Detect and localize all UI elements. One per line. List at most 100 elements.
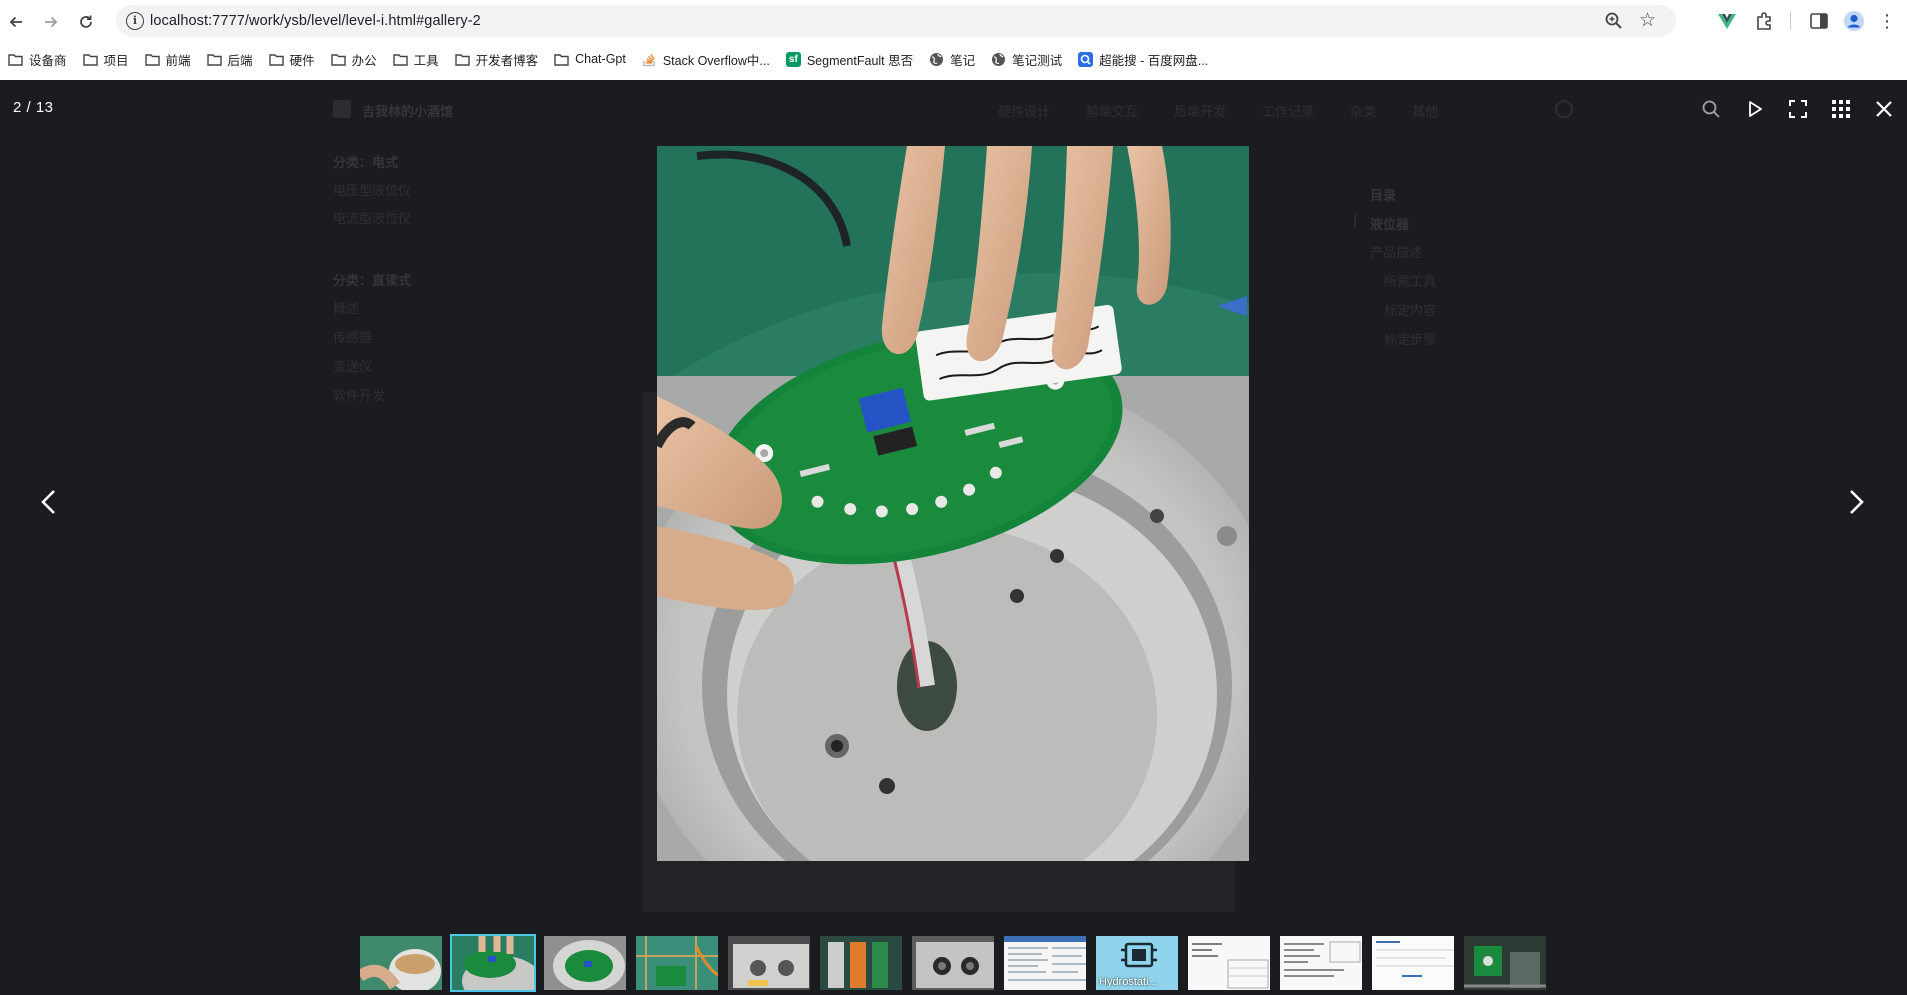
- bookmark-item[interactable]: Stack Overflow中...: [642, 48, 770, 70]
- bookmark-item[interactable]: 后端: [206, 48, 253, 70]
- bookmark-item[interactable]: 开发者博客: [454, 48, 539, 70]
- thumbnail-image: [912, 936, 994, 990]
- arrow-left-icon: [9, 16, 22, 28]
- segmentfault-icon: sf: [785, 51, 801, 67]
- bookmark-label: 工具: [413, 53, 439, 68]
- bookmark-item[interactable]: 项目: [82, 48, 129, 70]
- bookmark-label: 项目: [103, 53, 129, 68]
- folder-icon: [144, 53, 160, 66]
- bookmark-label: 后端: [227, 53, 253, 68]
- thumbnail[interactable]: [726, 934, 812, 992]
- thumbnail-image: [452, 936, 534, 990]
- toolbar-divider: [1790, 12, 1791, 30]
- bookmark-item[interactable]: 设备商: [8, 48, 67, 70]
- thumbnail-image: [820, 936, 902, 990]
- thumbnail-image: [636, 936, 718, 990]
- folder-icon: [8, 53, 23, 66]
- bookmark-item[interactable]: 超能搜 - 百度网盘...: [1078, 48, 1208, 70]
- search-button[interactable]: [1696, 94, 1726, 124]
- thumbnail[interactable]: [1186, 934, 1272, 992]
- previous-image-button[interactable]: [29, 482, 69, 522]
- profile-avatar-icon[interactable]: [1843, 10, 1865, 32]
- bookmark-item[interactable]: 笔记: [929, 48, 975, 70]
- folder-icon: [268, 53, 284, 66]
- bookmark-label: Chat-Gpt: [575, 52, 626, 66]
- thumbnail-image: [360, 936, 442, 990]
- bookmark-label: 超能搜 - 百度网盘...: [1099, 53, 1209, 68]
- bookmark-label: 开发者博客: [475, 53, 539, 68]
- bookmark-label: SegmentFault 思否: [806, 53, 914, 68]
- thumbnail[interactable]: [634, 934, 720, 992]
- thumbnail-grid-button[interactable]: [1826, 94, 1856, 124]
- thumbnail[interactable]: [818, 934, 904, 992]
- globe-icon: [930, 52, 944, 66]
- folder-icon: [392, 53, 408, 66]
- chevron-right-icon: [1850, 490, 1864, 514]
- thumbnail[interactable]: Hydrostati...: [1094, 934, 1180, 992]
- fullscreen-button[interactable]: [1783, 94, 1813, 124]
- browser-chrome: i localhost:7777/work/ysb/level/level-i.…: [0, 0, 1907, 80]
- thumbnail[interactable]: [910, 934, 996, 992]
- bookmarks-bar: 设备商 项目 前端 后端 硬件 办公 工具 开发者博客 Chat-Gpt Sta…: [0, 46, 1907, 72]
- image-counter: 2 / 13: [13, 99, 54, 116]
- chevron-left-icon: [41, 490, 55, 514]
- folder-icon: [82, 53, 98, 66]
- forward-button[interactable]: [39, 10, 63, 34]
- url-text[interactable]: localhost:7777/work/ysb/level/level-i.ht…: [150, 13, 481, 29]
- main-photo[interactable]: [657, 146, 1249, 861]
- play-icon: [1749, 101, 1762, 117]
- thumbnail-image: [544, 936, 626, 990]
- bookmark-label: 设备商: [29, 53, 67, 68]
- browser-menu-icon[interactable]: ⋮: [1876, 10, 1898, 32]
- folder-icon: [330, 53, 346, 66]
- vue-devtools-icon[interactable]: [1716, 10, 1738, 32]
- bookmark-item[interactable]: 笔记测试: [991, 48, 1062, 70]
- search-icon: [1702, 100, 1720, 118]
- thumbnail[interactable]: [1462, 934, 1548, 992]
- thumbnail-image: [728, 936, 810, 990]
- bookmark-item[interactable]: sf SegmentFault 思否: [785, 48, 914, 70]
- thumbnail[interactable]: [542, 934, 628, 992]
- site-info-icon[interactable]: i: [126, 12, 144, 30]
- bookmark-label: 笔记测试: [1012, 53, 1063, 68]
- side-panel-icon[interactable]: [1808, 10, 1830, 32]
- close-icon: [1876, 101, 1892, 117]
- slideshow-play-button[interactable]: [1740, 94, 1770, 124]
- next-image-button[interactable]: [1836, 482, 1876, 522]
- thumbnail[interactable]: [1002, 934, 1088, 992]
- thumbnail[interactable]: [358, 934, 444, 992]
- thumbnail-image: [1004, 936, 1086, 990]
- folder-icon: [554, 53, 569, 66]
- back-button[interactable]: [4, 10, 28, 34]
- search-engine-icon: [1078, 51, 1094, 67]
- address-bar[interactable]: i localhost:7777/work/ysb/level/level-i.…: [116, 5, 1676, 37]
- globe-icon: [992, 52, 1006, 66]
- folder-icon: [454, 53, 470, 66]
- stackoverflow-icon: [643, 53, 655, 66]
- bookmark-item[interactable]: 前端: [144, 48, 191, 70]
- reload-icon: [80, 15, 92, 28]
- thumbnail[interactable]: [1278, 934, 1364, 992]
- bookmark-star-icon[interactable]: ☆: [1639, 9, 1656, 32]
- fullscreen-icon: [1789, 100, 1807, 118]
- thumbnail-image: [1280, 936, 1362, 990]
- bookmark-item[interactable]: 硬件: [268, 48, 315, 70]
- folder-icon: [206, 53, 222, 66]
- bookmark-label: 笔记: [950, 53, 976, 68]
- thumbnail[interactable]: [1370, 934, 1456, 992]
- bookmark-item[interactable]: 办公: [330, 48, 377, 70]
- extensions-puzzle-icon[interactable]: [1754, 10, 1776, 32]
- thumbnail-image: [1188, 936, 1270, 990]
- photo-illustration: [657, 146, 1249, 861]
- zoom-icon[interactable]: [1604, 11, 1624, 31]
- image-lightbox: 2 / 13 Hydrostati...: [0, 80, 1907, 995]
- thumbnail-active[interactable]: [450, 934, 536, 992]
- bookmark-label: 办公: [351, 53, 377, 68]
- reload-button[interactable]: [74, 10, 98, 34]
- arrow-right-icon: [45, 16, 58, 28]
- close-button[interactable]: [1869, 94, 1899, 124]
- bookmark-item[interactable]: Chat-Gpt: [554, 48, 626, 70]
- thumbnail-image: [1464, 936, 1546, 990]
- bookmark-item[interactable]: 工具: [392, 48, 439, 70]
- grid-icon: [1832, 100, 1850, 118]
